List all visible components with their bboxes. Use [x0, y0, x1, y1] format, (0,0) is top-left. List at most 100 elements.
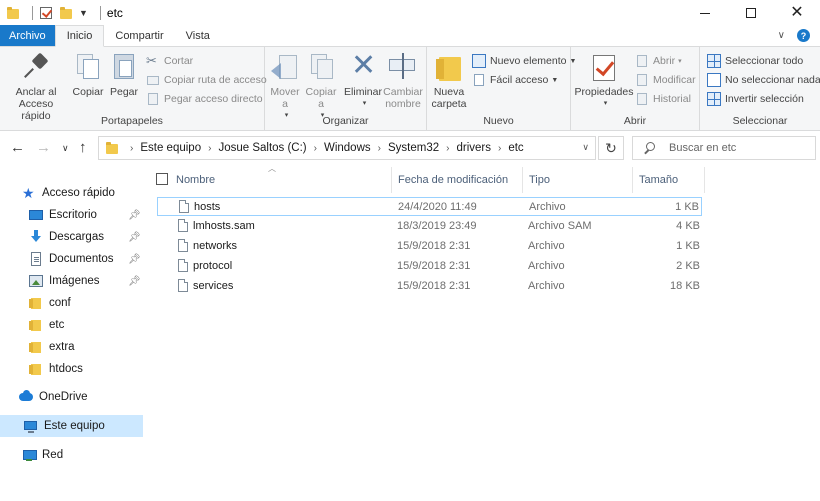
sort-ascending-icon: ︿ — [268, 164, 276, 173]
column-divider[interactable] — [632, 167, 633, 193]
column-header-date[interactable]: Fecha de modificación — [398, 165, 508, 195]
paste-shortcut-label: Pegar acceso directo — [164, 93, 263, 105]
file-row-protocol[interactable]: protocol 15/9/2018 2:31 Archivo 2 KB — [157, 257, 702, 276]
cut-label: Cortar — [164, 55, 194, 67]
nav-item-documentos[interactable]: Documentos 📌︎ — [0, 248, 143, 270]
pin-icon[interactable]: 📌︎ — [128, 276, 141, 287]
column-header-size[interactable]: Tamaño — [639, 165, 678, 195]
history-button[interactable]: Historial — [635, 90, 691, 108]
chevron-right-icon[interactable]: › — [446, 143, 449, 154]
breadcrumb-windows[interactable]: Windows — [324, 142, 371, 154]
close-button[interactable]: ✕ — [774, 0, 820, 26]
file-row-lmhosts[interactable]: lmhosts.sam 18/3/2019 23:49 Archivo SAM … — [157, 217, 702, 236]
new-folder-button[interactable]: Nueva carpeta — [429, 51, 469, 110]
pin-quick-access-button[interactable]: Anclar al Acceso rápido — [4, 51, 68, 122]
invert-selection-button[interactable]: Invertir selección — [707, 90, 804, 108]
column-divider[interactable] — [391, 167, 392, 193]
address-dropdown-chevron-icon[interactable]: ∨ — [582, 142, 589, 153]
open-icon — [635, 54, 649, 68]
folder-icon — [29, 362, 43, 376]
nav-red[interactable]: Red — [0, 444, 143, 466]
new-folder-icon[interactable] — [59, 6, 73, 20]
customize-toolbar-chevron-icon[interactable]: ▼ — [79, 8, 88, 18]
edit-button[interactable]: Modificar — [635, 71, 696, 89]
delete-button[interactable]: ✕ Eliminar ▾ — [343, 51, 383, 110]
refresh-button[interactable]: ↻ — [598, 136, 624, 160]
nav-item-conf[interactable]: conf — [0, 292, 143, 314]
collapse-ribbon-chevron-icon[interactable]: ∨ — [778, 30, 785, 41]
tab-compartir[interactable]: Compartir — [104, 25, 174, 46]
tab-vista[interactable]: Vista — [175, 25, 221, 46]
up-arrow-icon[interactable]: ↑ — [79, 139, 87, 156]
copy-to-button[interactable]: Copiar a ▾ — [303, 51, 339, 122]
column-divider[interactable] — [704, 167, 705, 193]
chevron-right-icon[interactable]: › — [498, 143, 501, 154]
breadcrumb-este-equipo[interactable]: Este equipo — [140, 142, 201, 154]
minimize-button[interactable] — [682, 0, 728, 26]
tab-inicio[interactable]: Inicio — [54, 25, 105, 47]
select-none-button[interactable]: No seleccionar nada — [707, 71, 820, 89]
recent-locations-chevron-icon[interactable]: ∨ — [62, 143, 69, 154]
properties-check-icon[interactable] — [39, 6, 53, 20]
file-type: Archivo — [529, 201, 566, 213]
file-row-services[interactable]: services 15/9/2018 2:31 Archivo 18 KB — [157, 277, 702, 296]
paste-shortcut-button[interactable]: Pegar acceso directo — [146, 90, 263, 108]
chevron-right-icon[interactable]: › — [208, 143, 211, 154]
easy-access-button[interactable]: Fácil acceso ▼ — [472, 71, 558, 89]
nav-item-htdocs[interactable]: htdocs — [0, 358, 143, 380]
edit-label: Modificar — [653, 74, 696, 86]
forward-arrow-icon[interactable]: → — [36, 139, 51, 156]
nav-label: Este equipo — [44, 420, 105, 432]
desktop-icon — [29, 208, 43, 222]
breadcrumb-drive[interactable]: Josue Saltos (C:) — [218, 142, 306, 154]
nav-item-etc[interactable]: etc — [0, 314, 143, 336]
breadcrumb-etc[interactable]: etc — [508, 142, 523, 154]
column-header-name[interactable]: Nombre — [176, 165, 215, 195]
paste-button[interactable]: Pegar — [106, 51, 142, 98]
copy-button[interactable]: Copiar — [70, 51, 106, 98]
select-all-button[interactable]: Seleccionar todo — [707, 52, 803, 70]
pin-icon[interactable]: 📌︎ — [128, 232, 141, 243]
file-row-hosts[interactable]: hosts 24/4/2020 11:49 Archivo 1 KB — [157, 197, 702, 216]
address-bar[interactable]: › Este equipo › Josue Saltos (C:) › Wind… — [98, 136, 596, 160]
group-nuevo: Nueva carpeta Nuevo elemento ▼ Fácil acc… — [427, 47, 576, 131]
chevron-right-icon[interactable]: › — [314, 143, 317, 154]
cut-button[interactable]: ✂ Cortar — [146, 52, 193, 70]
navigation-pane: ★ Acceso rápido Escritorio 📌︎ Descargas … — [0, 165, 143, 501]
search-box[interactable]: Buscar en etc — [632, 136, 816, 160]
nav-acceso-rapido[interactable]: ★ Acceso rápido — [0, 182, 143, 204]
file-icon — [179, 200, 189, 213]
breadcrumb-system32[interactable]: System32 — [388, 142, 439, 154]
rename-button[interactable]: Cambiar nombre — [383, 51, 423, 110]
select-all-label: Seleccionar todo — [725, 55, 804, 67]
back-arrow-icon[interactable]: ← — [10, 139, 25, 156]
maximize-button[interactable] — [728, 0, 774, 26]
properties-button[interactable]: Propiedades ▾ — [575, 51, 633, 110]
help-icon[interactable]: ? — [797, 29, 810, 42]
new-item-button[interactable]: Nuevo elemento ▼ — [472, 52, 576, 70]
nav-item-escritorio[interactable]: Escritorio 📌︎ — [0, 204, 143, 226]
downloads-icon — [29, 230, 43, 244]
nav-este-equipo[interactable]: Este equipo — [0, 415, 143, 437]
column-header-type[interactable]: Tipo — [529, 165, 550, 195]
pin-icon[interactable]: 📌︎ — [128, 210, 141, 221]
select-all-checkbox[interactable] — [156, 173, 168, 185]
move-to-button[interactable]: Mover a ▾ — [267, 51, 303, 122]
folder-icon — [105, 141, 119, 155]
chevron-right-icon[interactable]: › — [378, 143, 381, 154]
file-row-networks[interactable]: networks 15/9/2018 2:31 Archivo 1 KB — [157, 237, 702, 256]
nav-item-extra[interactable]: extra — [0, 336, 143, 358]
column-divider[interactable] — [522, 167, 523, 193]
nav-item-descargas[interactable]: Descargas 📌︎ — [0, 226, 143, 248]
easy-access-icon — [472, 73, 486, 87]
chevron-right-icon[interactable]: › — [130, 143, 133, 154]
select-all-icon — [707, 54, 721, 68]
tab-archivo[interactable]: Archivo — [0, 25, 55, 46]
pin-icon[interactable]: 📌︎ — [128, 254, 141, 265]
open-button[interactable]: Abrir ▾ — [635, 52, 682, 70]
nav-onedrive[interactable]: OneDrive — [0, 386, 143, 408]
breadcrumb-drivers[interactable]: drivers — [456, 142, 491, 154]
nav-item-imagenes[interactable]: Imágenes 📌︎ — [0, 270, 143, 292]
copy-path-button[interactable]: Copiar ruta de acceso — [146, 71, 267, 89]
copy-path-icon — [146, 73, 160, 87]
